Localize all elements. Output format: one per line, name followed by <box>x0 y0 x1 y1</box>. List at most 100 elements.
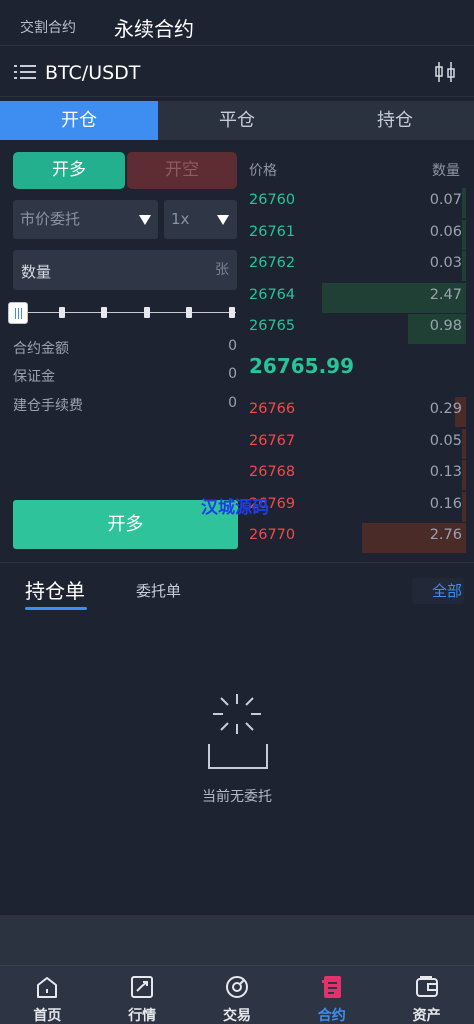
slider-handle[interactable] <box>8 302 28 324</box>
nav-assets-label: 资产 <box>412 1008 441 1024</box>
slider-track <box>22 312 236 313</box>
orderbook-price: 26764 <box>249 286 296 303</box>
quantity-input[interactable]: 数量 张 <box>13 250 237 290</box>
watermark: 汉城源码 <box>201 498 269 518</box>
nav-market-label: 行情 <box>128 1008 157 1024</box>
contract-amount-value: 0 <box>228 338 237 354</box>
leverage-value: 1x <box>171 210 190 228</box>
margin-row: 保证金 0 <box>13 366 237 385</box>
empty-box-icon <box>208 694 268 769</box>
orderbook-price: 26766 <box>249 401 296 417</box>
depth-bar <box>462 219 466 250</box>
tab-perpetual-contract[interactable]: 永续合约 <box>114 13 194 42</box>
depth-bar <box>462 460 466 490</box>
depth-bar <box>462 491 466 522</box>
nav-assets[interactable]: 资产 <box>379 966 474 1024</box>
orderbook-price-header: 价格 <box>249 163 277 179</box>
opening-fee-label: 建仓手续费 <box>13 398 83 414</box>
orderbook-qty: 0.07 <box>429 192 462 208</box>
order-type-select[interactable]: 市价委托 <box>13 200 158 239</box>
quantity-slider[interactable] <box>8 300 240 326</box>
contract-icon <box>321 976 341 998</box>
pair-bar: BTC/USDT <box>0 47 474 97</box>
tab-open-position[interactable]: 开仓 <box>0 101 158 140</box>
orderbook-row[interactable]: 26761 0.06 <box>244 219 466 250</box>
depth-bar <box>462 251 466 281</box>
orders-tabs: 持仓单 委托单 全部 <box>0 562 474 610</box>
orderbook-qty: 0.98 <box>429 318 462 334</box>
top-nav: 交割合约 永续合约 <box>0 0 474 46</box>
bottom-nav: 首页 行情 交易 合约 资产 <box>0 965 474 1024</box>
orderbook-qty: 2.76 <box>429 527 462 543</box>
orderbook-price: 26761 <box>249 223 296 240</box>
leverage-select[interactable]: 1x <box>164 200 237 239</box>
orderbook-row[interactable]: 26762 0.03 <box>244 251 466 281</box>
slider-tick[interactable] <box>101 307 107 318</box>
empty-state: 当前无委托 <box>185 690 289 810</box>
orderbook-row[interactable]: 26770 2.76 <box>244 523 466 553</box>
orderbook-row[interactable]: 26765 0.98 <box>244 314 466 344</box>
tab-holdings[interactable]: 持仓 <box>316 101 474 140</box>
tab-positions[interactable]: 持仓单 <box>25 575 85 604</box>
slider-tick[interactable] <box>59 307 65 318</box>
depth-bar <box>462 188 466 218</box>
candlestick-chart-icon[interactable] <box>434 60 458 84</box>
quantity-label: 数量 <box>21 263 52 281</box>
orderbook-qty: 0.06 <box>429 223 462 240</box>
orderbook-price: 26767 <box>249 432 296 449</box>
orderbook-row[interactable]: 26764 2.47 <box>244 282 466 313</box>
slider-tick[interactable] <box>144 307 150 318</box>
orderbook-qty: 0.13 <box>429 464 462 480</box>
orderbook-price: 26768 <box>249 464 296 480</box>
slider-tick[interactable] <box>186 307 192 318</box>
open-short-button[interactable]: 开空 <box>127 152 237 189</box>
opening-fee-value: 0 <box>228 395 237 411</box>
nav-contract-label: 合约 <box>317 1008 346 1024</box>
orderbook-qty: 0.03 <box>429 255 462 271</box>
dropdown-arrow-icon <box>139 215 151 225</box>
orderbook-qty: 0.29 <box>429 401 462 417</box>
order-type-value: 市价委托 <box>20 210 81 228</box>
margin-value: 0 <box>228 366 237 382</box>
slider-tick[interactable] <box>229 307 235 318</box>
orderbook-price: 26760 <box>249 192 296 208</box>
last-price: 26765.99 <box>249 354 355 378</box>
tab-orders[interactable]: 委托单 <box>136 580 181 601</box>
open-long-button[interactable]: 开多 <box>13 152 125 189</box>
orderbook-qty-header: 数量 <box>432 163 460 179</box>
menu-list-icon[interactable] <box>14 62 36 82</box>
tab-delivery-contract[interactable]: 交割合约 <box>20 17 76 37</box>
pair-symbol[interactable]: BTC/USDT <box>45 62 140 84</box>
orderbook-row[interactable]: 26769 0.16 <box>244 491 466 522</box>
margin-label: 保证金 <box>13 369 55 385</box>
orderbook-qty: 2.47 <box>429 286 462 303</box>
orderbook-row[interactable]: 26768 0.13 <box>244 460 466 490</box>
orderbook-qty: 0.16 <box>429 495 462 512</box>
trade-tabs: 开仓 平仓 持仓 <box>0 101 474 140</box>
nav-home[interactable]: 首页 <box>0 966 95 1024</box>
active-tab-underline <box>25 607 87 610</box>
nav-market[interactable]: 行情 <box>95 966 190 1024</box>
orderbook-row[interactable]: 26760 0.07 <box>244 188 466 218</box>
orderbook-row[interactable]: 26767 0.05 <box>244 428 466 459</box>
nav-contract[interactable]: 合约 <box>284 966 379 1024</box>
nav-home-label: 首页 <box>33 1008 62 1024</box>
depth-bar <box>462 428 466 459</box>
orderbook-qty: 0.05 <box>429 432 462 449</box>
orderbook-price: 26770 <box>249 527 296 543</box>
empty-state-text: 当前无委托 <box>202 789 272 805</box>
tab-close-position[interactable]: 平仓 <box>158 101 316 140</box>
home-icon <box>37 977 58 998</box>
dropdown-arrow-icon <box>217 215 229 225</box>
orderbook-price: 26762 <box>249 255 296 271</box>
opening-fee-row: 建仓手续费 0 <box>13 395 237 414</box>
quantity-unit: 张 <box>215 262 229 278</box>
orderbook-price: 26765 <box>249 318 296 334</box>
wallet-icon <box>415 976 438 997</box>
nav-trade[interactable]: 交易 <box>190 966 285 1024</box>
orderbook-row[interactable]: 26766 0.29 <box>244 397 466 427</box>
nav-trade-label: 交易 <box>222 1008 251 1024</box>
bottom-spacer <box>0 915 474 965</box>
view-all-link[interactable]: 全部 <box>412 578 464 604</box>
contract-amount-label: 合约金额 <box>13 341 69 357</box>
